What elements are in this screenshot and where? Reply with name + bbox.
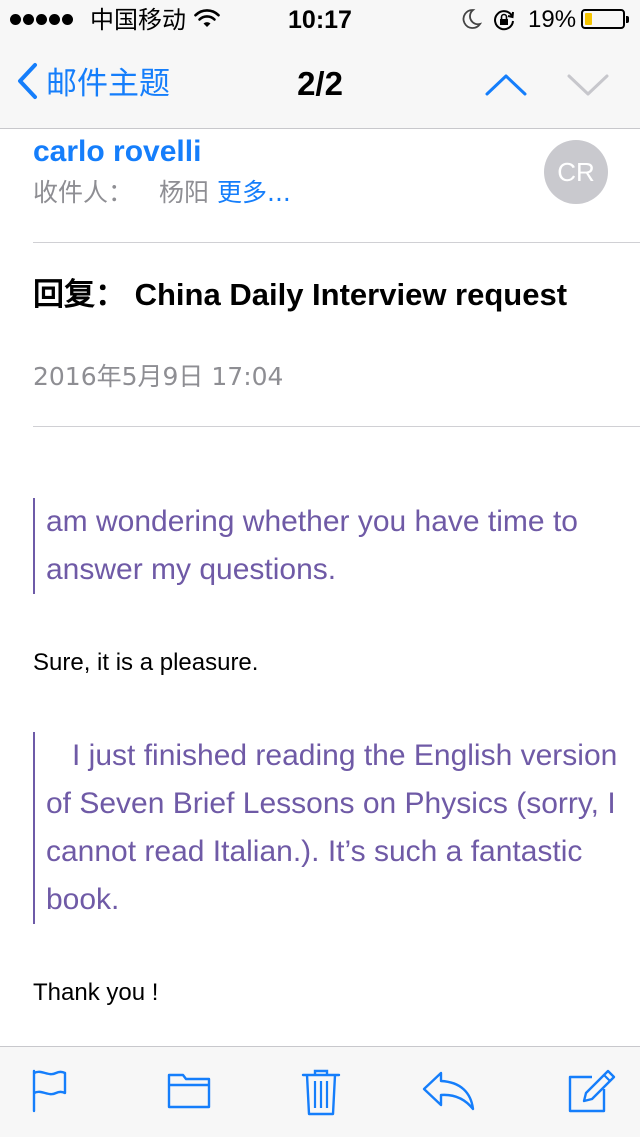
avatar[interactable]: CR — [544, 140, 608, 204]
reply-text: Sure, it is a pleasure. — [33, 649, 259, 676]
status-bar: 中国移动 10:17 19% — [0, 0, 640, 40]
battery-percentage: 19% — [528, 6, 577, 33]
more-recipients-link[interactable]: 更多... — [217, 178, 291, 207]
recipients-line: 收件人： 杨阳 更多... — [33, 175, 291, 211]
reply-text: Thank you ! — [33, 979, 159, 1006]
chevron-up-icon — [484, 74, 528, 108]
email-subject: 回复： China Daily Interview request — [33, 274, 593, 316]
bottom-toolbar — [0, 1046, 640, 1137]
reply-button[interactable] — [421, 1067, 477, 1118]
previous-message-button[interactable] — [484, 64, 528, 109]
quoted-text-content: I just finished reading the English vers… — [46, 739, 618, 916]
navigation-bar: 邮件主题 2/2 — [0, 40, 640, 129]
to-label: 收件人： — [33, 178, 134, 207]
reply-icon — [421, 1071, 477, 1117]
battery-fill — [585, 13, 592, 25]
move-to-folder-button[interactable] — [166, 1067, 212, 1118]
quoted-text: am wondering whether you have time to an… — [33, 498, 606, 594]
chevron-down-icon — [566, 74, 610, 108]
compose-button[interactable] — [566, 1067, 616, 1120]
subject-prefix: 回复： — [33, 277, 126, 313]
flag-icon — [30, 1069, 70, 1119]
moon-icon — [460, 8, 483, 35]
subject-text: China Daily Interview request — [126, 277, 568, 312]
delete-button[interactable] — [300, 1067, 342, 1122]
recipient-name[interactable]: 杨阳 — [159, 178, 209, 207]
flag-button[interactable] — [30, 1067, 70, 1120]
trash-icon — [300, 1069, 342, 1121]
battery-icon — [581, 9, 629, 29]
folder-icon — [166, 1073, 212, 1117]
compose-icon — [566, 1069, 616, 1119]
sender-name[interactable]: carlo rovelli — [33, 133, 201, 171]
divider — [33, 242, 640, 243]
next-message-button[interactable] — [566, 64, 610, 109]
message-position: 2/2 — [297, 65, 343, 102]
divider — [33, 426, 640, 427]
email-date: 2016年5月9日 17:04 — [33, 362, 284, 391]
rotation-lock-icon — [492, 8, 516, 37]
quoted-text: I just finished reading the English vers… — [33, 732, 636, 924]
